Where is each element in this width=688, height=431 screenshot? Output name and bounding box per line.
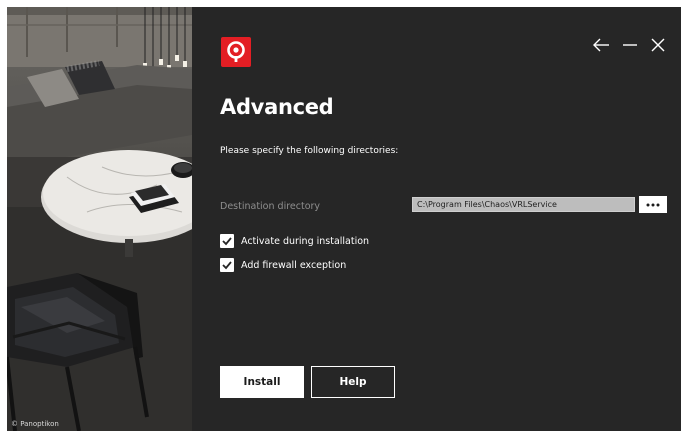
close-icon — [651, 38, 665, 52]
destination-directory-label: Destination directory — [220, 201, 321, 212]
browse-button[interactable] — [639, 196, 667, 213]
page-title: Advanced — [220, 95, 334, 119]
interior-photo-art — [7, 7, 192, 431]
checkmark-icon — [222, 261, 232, 270]
app-logo — [221, 37, 251, 67]
install-button[interactable]: Install — [220, 366, 304, 398]
back-button[interactable] — [591, 35, 611, 55]
ellipsis-icon — [646, 203, 660, 206]
minimize-icon — [623, 44, 637, 46]
checkmark-icon — [222, 237, 232, 246]
activate-label: Activate during installation — [241, 235, 370, 247]
minimize-button[interactable] — [620, 35, 640, 55]
add-firewall-exception-option[interactable]: Add firewall exception — [220, 258, 346, 272]
destination-directory-input[interactable] — [412, 197, 635, 212]
firewall-label: Add firewall exception — [241, 259, 347, 271]
activate-checkbox[interactable] — [220, 234, 234, 248]
arrow-left-icon — [593, 38, 609, 52]
page-subtitle: Please specify the following directories… — [220, 146, 399, 156]
activate-during-installation-option[interactable]: Activate during installation — [220, 234, 369, 248]
photo-credit: © Panoptikon — [11, 420, 59, 428]
close-button[interactable] — [648, 35, 668, 55]
installer-window: © Panoptikon Advanced Please specify the… — [7, 7, 681, 431]
help-button[interactable]: Help — [311, 366, 395, 398]
firewall-checkbox[interactable] — [220, 258, 234, 272]
main-content: Advanced Please specify the following di… — [192, 7, 681, 431]
interior-photo: © Panoptikon — [7, 7, 192, 431]
chaos-logo-icon — [227, 41, 245, 62]
